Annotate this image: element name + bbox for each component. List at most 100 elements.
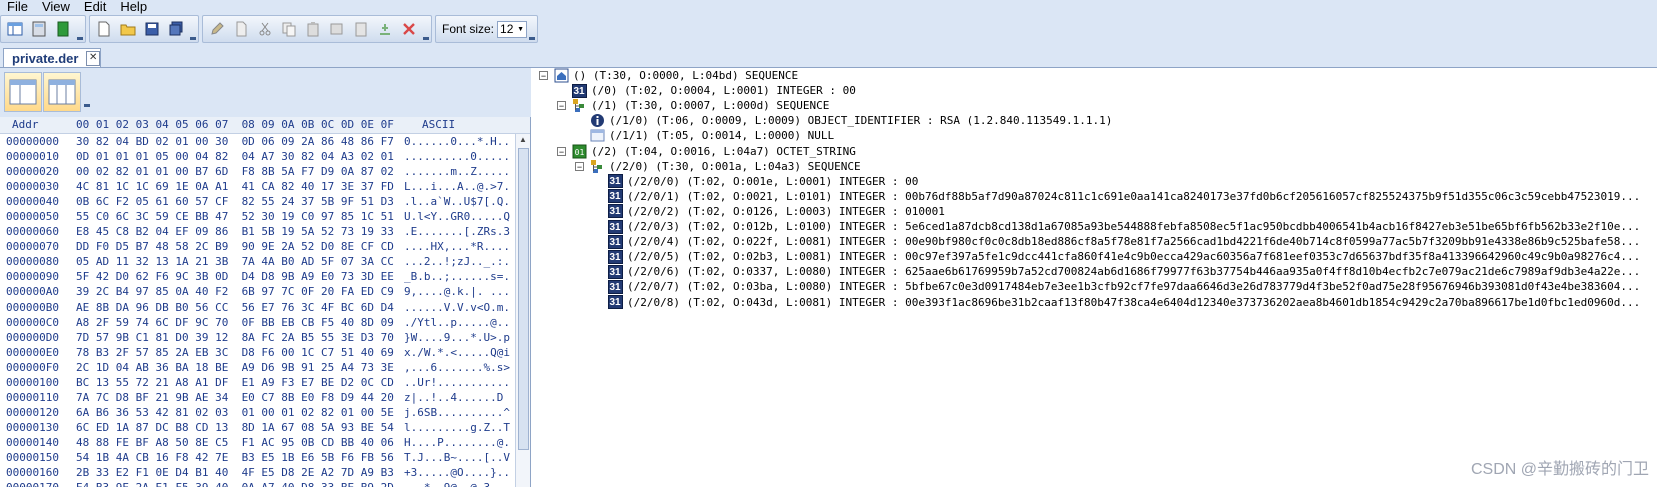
hex-row[interactable]: 00000130 6C ED 1A 87 DC B8 CD 13 8D 1A 67…	[0, 420, 530, 435]
hex-ascii[interactable]: ..........0.....	[402, 149, 516, 164]
toolbar-grip[interactable]	[188, 16, 196, 42]
menu-view[interactable]: View	[35, 0, 77, 14]
paste-special-icon[interactable]	[327, 19, 347, 39]
hex-bytes[interactable]: 6A B6 36 53 42 81 02 03 01 00 01 02 82 0…	[76, 405, 402, 420]
hex-row[interactable]: 00000020 00 02 82 01 01 00 B7 6D F8 8B 5A…	[0, 164, 530, 179]
hex-ascii[interactable]: z|..!..4......D	[402, 390, 516, 405]
scroll-thumb[interactable]	[518, 148, 529, 450]
hex-ascii[interactable]: 0......0...*.H..	[402, 134, 516, 149]
hex-row[interactable]: 00000000 30 82 04 BD 02 01 00 30 0D 06 09…	[0, 134, 530, 149]
hex-row[interactable]: 00000120 6A B6 36 53 42 81 02 03 01 00 01…	[0, 405, 530, 420]
hex-row[interactable]: 00000100 BC 13 55 72 21 A8 A1 DF E1 A9 F3…	[0, 375, 530, 390]
hex-row[interactable]: 000000A0 39 2C B4 97 85 0A 40 F2 6B 97 7C…	[0, 284, 530, 299]
hex-bytes[interactable]: 2C 1D 04 AB 36 BA 18 BE A9 D6 9B 91 25 A…	[76, 360, 402, 375]
hex-ascii[interactable]: j.6SB..........^	[402, 405, 516, 420]
toolbar-grip[interactable]	[75, 16, 83, 42]
hex-ascii[interactable]: +3.....@O....}..	[402, 465, 516, 480]
tree-node[interactable]: (/1) (T:30, O:0007, L:000d) SEQUENCE	[571, 98, 829, 113]
hex-ascii[interactable]: T.J...B~....[..V	[402, 450, 516, 465]
tree-node[interactable]: (/2/0) (T:30, O:001a, L:04a3) SEQUENCE	[589, 159, 861, 174]
hex-ascii[interactable]: .......m..Z.....	[402, 164, 516, 179]
tree-node[interactable]: (/1/1) (T:05, O:0014, L:0000) NULL	[589, 128, 834, 143]
tree-node[interactable]: 31 (/0) (T:02, O:0004, L:0001) INTEGER : …	[571, 83, 856, 98]
hex-bytes[interactable]: 0B 6C F2 05 61 60 57 CF 82 55 24 37 5B 9…	[76, 194, 402, 209]
menu-help[interactable]: Help	[113, 0, 154, 14]
hex-bytes[interactable]: 6C ED 1A 87 DC B8 CD 13 8D 1A 67 08 5A 9…	[76, 420, 402, 435]
hex-bytes[interactable]: A8 2F 59 74 6C DF 9C 70 0F BB EB CB F5 4…	[76, 315, 402, 330]
hex-bytes[interactable]: 39 2C B4 97 85 0A 40 F2 6B 97 7C 0F 20 F…	[76, 284, 402, 299]
tree-node[interactable]: 31 (/2/0/6) (T:02, O:0337, L:0080) INTEGE…	[607, 264, 1640, 279]
font-size-select[interactable]: 12 ▼	[497, 20, 528, 38]
tree-node[interactable]: 31 (/2/0/4) (T:02, O:022f, L:0081) INTEGE…	[607, 234, 1640, 249]
toolbar-grip[interactable]	[84, 102, 92, 108]
new-file-icon[interactable]	[94, 19, 114, 39]
save-icon[interactable]	[142, 19, 162, 39]
open-folder-icon[interactable]	[118, 19, 138, 39]
hex-ascii[interactable]: _B.b..;......s=.	[402, 269, 516, 284]
hex-ascii[interactable]: L...i...A..@.>7.	[402, 179, 516, 194]
hex-scrollbar[interactable]: ▲	[515, 134, 530, 487]
hex-bytes[interactable]: E8 45 C8 B2 04 EF 09 86 B1 5B 19 5A 52 7…	[76, 224, 402, 239]
paste-icon[interactable]	[303, 19, 323, 39]
hex-ascii[interactable]: .l..a`W..U$7[.Q.	[402, 194, 516, 209]
hex-ascii[interactable]: ...*..9@..@.3..-	[402, 480, 516, 487]
hex-bytes[interactable]: AE 8B DA 96 DB B0 56 CC 56 E7 76 3C 4F B…	[76, 300, 402, 315]
hex-bytes[interactable]: 7A 7C D8 BF 21 9B AE 34 E0 C7 8B E0 F8 D…	[76, 390, 402, 405]
tree-node[interactable]: 31 (/2/0/8) (T:02, O:043d, L:0081) INTEGE…	[607, 295, 1640, 310]
tree-node[interactable]: (/1/0) (T:06, O:0009, L:0009) OBJECT_IDE…	[589, 113, 1112, 128]
hex-bytes[interactable]: 54 1B 4A CB 16 F8 42 7E B3 E5 1B E6 5B F…	[76, 450, 402, 465]
hex-ascii[interactable]: .E.......[.ZRs.3	[402, 224, 516, 239]
hex-rows[interactable]: 00000000 30 82 04 BD 02 01 00 30 0D 06 09…	[0, 134, 530, 487]
collapse-icon[interactable]: −	[557, 146, 566, 156]
hex-bytes[interactable]: 55 C0 6C 3C 59 CE BB 47 52 30 19 C0 97 8…	[76, 209, 402, 224]
document-icon[interactable]	[231, 19, 251, 39]
hex-bytes[interactable]: E4 B3 9E 2A E1 F5 39 40 0A A7 40 D8 33 B…	[76, 480, 402, 487]
tree-node[interactable]: 01 (/2) (T:04, O:0016, L:04a7) OCTET_STRI…	[571, 144, 856, 159]
hex-ascii[interactable]: }W....9...*.U>.p	[402, 330, 516, 345]
hex-ascii[interactable]: l.........g.Z..T	[402, 420, 516, 435]
hex-bytes[interactable]: 0D 01 01 01 05 00 04 82 04 A7 30 82 04 A…	[76, 149, 402, 164]
hex-bytes[interactable]: DD F0 D5 B7 48 58 2C B9 90 9E 2A 52 D0 8…	[76, 239, 402, 254]
hex-bytes[interactable]: 7D 57 9B C1 81 D0 39 12 8A FC 2A B5 55 3…	[76, 330, 402, 345]
hex-bytes[interactable]: BC 13 55 72 21 A8 A1 DF E1 A9 F3 E7 BE D…	[76, 375, 402, 390]
hex-row[interactable]: 00000140 48 88 FE BF A8 50 8E C5 F1 AC 95…	[0, 435, 530, 450]
view-table-icon[interactable]	[5, 19, 25, 39]
tree-node[interactable]: 31 (/2/0/7) (T:02, O:03ba, L:0080) INTEGE…	[607, 279, 1640, 294]
collapse-icon[interactable]: −	[539, 71, 548, 81]
hex-row[interactable]: 000000B0 AE 8B DA 96 DB B0 56 CC 56 E7 76…	[0, 300, 530, 315]
hex-ascii[interactable]: ..Ur!...........	[402, 375, 516, 390]
hex-bytes[interactable]: 5F 42 D0 62 F6 9C 3B 0D D4 D8 9B A9 E0 7…	[76, 269, 402, 284]
tab-private-der[interactable]: private.der ✕	[3, 48, 101, 67]
hex-row[interactable]: 00000040 0B 6C F2 05 61 60 57 CF 82 55 24…	[0, 194, 530, 209]
hex-bytes[interactable]: 00 02 82 01 01 00 B7 6D F8 8B 5A F7 D9 0…	[76, 164, 402, 179]
hex-row[interactable]: 00000070 DD F0 D5 B7 48 58 2C B9 90 9E 2A…	[0, 239, 530, 254]
hex-row[interactable]: 000000D0 7D 57 9B C1 81 D0 39 12 8A FC 2A…	[0, 330, 530, 345]
hex-bytes[interactable]: 2B 33 E2 F1 0E D4 B1 40 4F E5 D8 2E A2 7…	[76, 465, 402, 480]
calculator-icon[interactable]	[29, 19, 49, 39]
hex-row[interactable]: 00000150 54 1B 4A CB 16 F8 42 7E B3 E5 1B…	[0, 450, 530, 465]
book-icon[interactable]	[53, 19, 73, 39]
collapse-icon[interactable]: −	[575, 161, 584, 171]
hex-row[interactable]: 00000110 7A 7C D8 BF 21 9B AE 34 E0 C7 8B…	[0, 390, 530, 405]
menu-file[interactable]: File	[0, 0, 35, 14]
hex-ascii[interactable]: ...2..!;zJ.._.:.	[402, 254, 516, 269]
hex-row[interactable]: 00000160 2B 33 E2 F1 0E D4 B1 40 4F E5 D8…	[0, 465, 530, 480]
hex-ascii[interactable]: ,...6.......%.s>	[402, 360, 516, 375]
tree-node[interactable]: 31 (/2/0/3) (T:02, O:012b, L:0100) INTEGE…	[607, 219, 1640, 234]
hex-bytes[interactable]: 78 B3 2F 57 85 2A EB 3C D8 F6 00 1C C7 5…	[76, 345, 402, 360]
hex-row[interactable]: 00000010 0D 01 01 01 05 00 04 82 04 A7 30…	[0, 149, 530, 164]
collapse-icon[interactable]: −	[557, 101, 566, 111]
hex-ascii[interactable]: 9,....@.k.|. ...	[402, 284, 516, 299]
hex-row[interactable]: 00000090 5F 42 D0 62 F6 9C 3B 0D D4 D8 9B…	[0, 269, 530, 284]
hex-bytes[interactable]: 05 AD 11 32 13 1A 21 3B 7A 4A B0 AD 5F 0…	[76, 254, 402, 269]
two-column-view-icon[interactable]	[43, 72, 81, 112]
cut-icon[interactable]	[255, 19, 275, 39]
toolbar-grip[interactable]	[527, 16, 536, 42]
hex-ascii[interactable]: H....P........@.	[402, 435, 516, 450]
pencil-icon[interactable]	[207, 19, 227, 39]
clipboard-icon[interactable]	[351, 19, 371, 39]
scroll-up-icon[interactable]: ▲	[516, 134, 530, 146]
hex-ascii[interactable]: ......V.V.v<O.m.	[402, 300, 516, 315]
hex-bytes[interactable]: 48 88 FE BF A8 50 8E C5 F1 AC 95 0B CD B…	[76, 435, 402, 450]
hex-ascii[interactable]: ./Ytl..p.....@..	[402, 315, 516, 330]
